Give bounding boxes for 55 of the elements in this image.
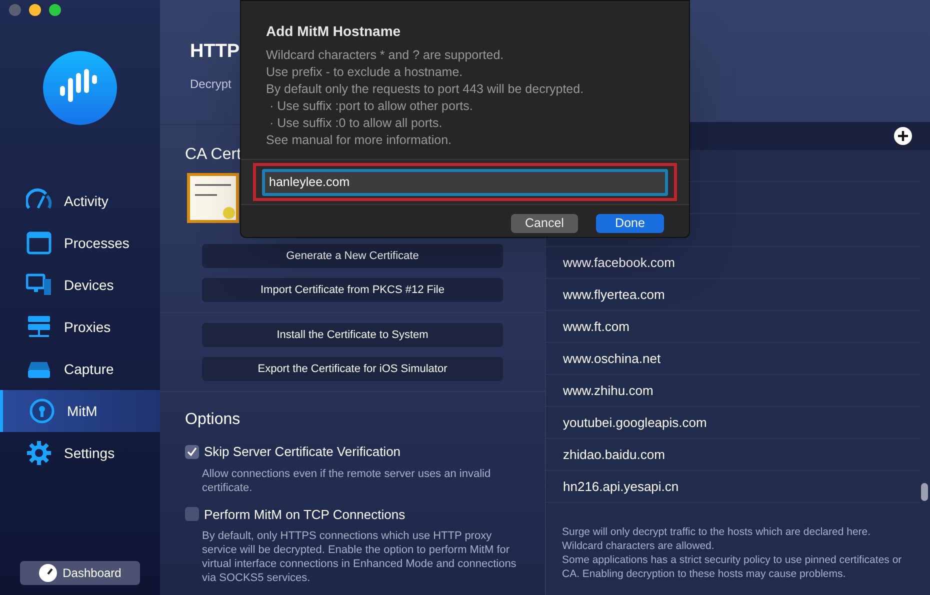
server-icon	[26, 314, 52, 340]
dialog-text: · Use suffix :0 to allow all ports.	[268, 115, 444, 132]
page-subtitle: Decrypt	[190, 76, 232, 92]
hostname-item[interactable]: zhidao.baidu.com	[563, 444, 665, 464]
sidebar-item[interactable]: Capture	[0, 348, 160, 390]
certificate-button[interactable]: Import Certificate from PKCS #12 File	[202, 278, 503, 302]
monitor-icon	[26, 272, 52, 298]
keyhole-icon	[29, 398, 55, 424]
option-description: Allow connections even if the remote server uses an invalid certificate.	[201, 466, 492, 494]
gauge-icon	[38, 564, 57, 582]
hostname-item[interactable]: www.zhihu.com	[563, 380, 654, 400]
hostname-item[interactable]: www.facebook.com	[563, 252, 675, 272]
gear-icon	[26, 440, 52, 466]
window-icon	[26, 230, 52, 256]
checkbox[interactable]	[185, 507, 199, 522]
hint-text: Surge will only decrypt traffic to the hosts which are declared here. Wildcard characters are allowed.	[562, 525, 872, 553]
zoom-window-icon[interactable]	[49, 4, 61, 16]
hostname-item[interactable]: hn216.api.yesapi.cn	[563, 476, 679, 496]
hostname-item[interactable]: www.oschina.net	[563, 348, 661, 368]
hostname-item[interactable]: www.ft.com	[563, 316, 630, 336]
dialog-text: Use prefix - to exclude a hostname.	[266, 64, 464, 81]
app-logo-icon	[43, 51, 117, 125]
add-icon[interactable]	[894, 127, 912, 145]
hint-text: Some applications has a strict security policy to use pinned certificates or CA. Enabling decryption to these hosts may cause problems.	[562, 553, 903, 581]
minimize-window-icon[interactable]	[29, 4, 41, 16]
sidebar-item[interactable]: Proxies	[0, 306, 160, 348]
sidebar-item[interactable]: Activity	[0, 180, 160, 222]
checkbox[interactable]	[185, 444, 199, 459]
dialog-text: See manual for more information.	[266, 132, 453, 149]
dialog-text: Wildcard characters * and ? are supported.	[266, 47, 505, 64]
option-label: Skip Server Certificate Verification	[204, 443, 401, 461]
option-label: Perform MitM on TCP Connections	[204, 506, 406, 524]
section-title: Options	[185, 410, 240, 430]
dialog-text: · Use suffix :port to allow other ports.	[268, 98, 474, 115]
sidebar-item[interactable]: Devices	[0, 264, 160, 306]
certificate-button[interactable]: Install the Certificate to System	[202, 323, 503, 347]
hostname-input[interactable]: hanleylee.com	[262, 168, 668, 196]
certificate-button[interactable]: Export the Certificate for iOS Simulator	[202, 357, 503, 381]
section-title: CA Cert	[185, 145, 242, 165]
sidebar-item[interactable]: Processes	[0, 222, 160, 264]
done-button[interactable]: Done	[596, 214, 664, 233]
sidebar-item[interactable]: Settings	[0, 432, 160, 474]
dashboard-button[interactable]: Dashboard	[20, 561, 140, 585]
option-description: By default, only HTTPS connections which use HTTP proxy service will be decrypted. Enable the option to perform MitM for virtual interface connections in Enhanced Mode and connections via SOCKS5 services.	[201, 529, 518, 585]
certificate-button[interactable]: Generate a New Certificate	[202, 244, 503, 268]
sidebar-item[interactable]: MitM	[0, 390, 160, 432]
scrollbar-thumb[interactable]	[921, 483, 928, 501]
page-title: HTTP	[190, 40, 240, 64]
dialog-text: By default only the requests to port 443 will be decrypted.	[266, 81, 585, 98]
checkmark-icon	[187, 446, 197, 457]
hostname-item[interactable]: www.flyertea.com	[563, 284, 665, 304]
dialog-title: Add MitM Hostname	[266, 22, 402, 41]
hostname-item[interactable]: youtubei.googleapis.com	[563, 412, 707, 432]
certificate-icon	[187, 173, 239, 223]
cancel-button[interactable]: Cancel	[511, 214, 578, 233]
